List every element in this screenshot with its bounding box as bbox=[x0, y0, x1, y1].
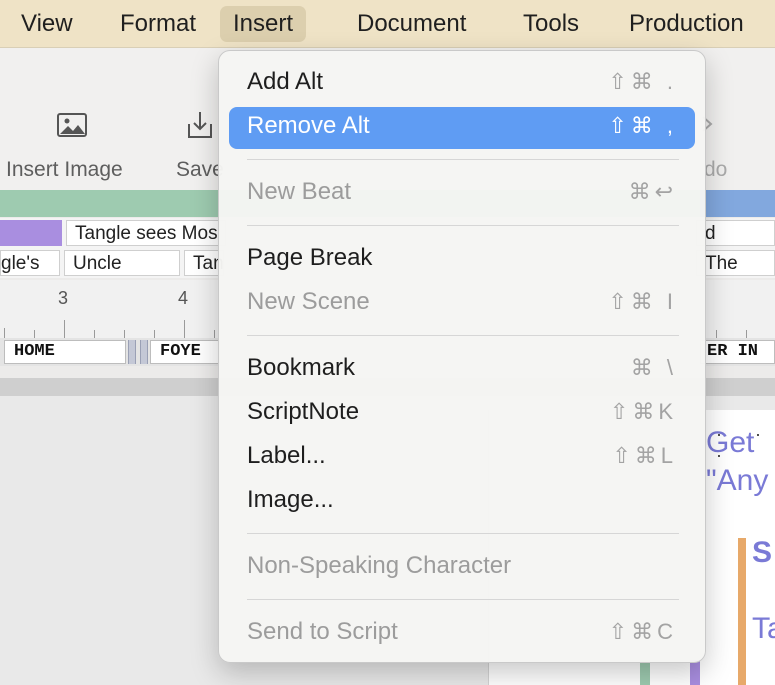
shortcut-label: ⌘↩ bbox=[628, 179, 677, 204]
scene-cell[interactable]: ER IN bbox=[700, 340, 775, 364]
ruler-tick bbox=[124, 330, 125, 338]
menu-production[interactable]: Production bbox=[616, 6, 757, 42]
menu-item-bookmark[interactable]: Bookmark ⌘ \ bbox=[229, 349, 695, 391]
script-line: Get bbox=[706, 426, 755, 459]
menu-item-image[interactable]: Image... bbox=[229, 481, 695, 523]
ruler-tick bbox=[746, 330, 747, 338]
menu-item-label: Bookmark bbox=[247, 354, 356, 381]
script-line: Ta bbox=[752, 612, 775, 645]
menu-item-remove-alt[interactable]: Remove Alt ⇧⌘ , bbox=[229, 107, 695, 149]
menu-item-label: Send to Script bbox=[247, 618, 398, 645]
shortcut-label: ⇧⌘L bbox=[612, 443, 677, 468]
insert-menu: Add Alt ⇧⌘ . Remove Alt ⇧⌘ , New Beat ⌘↩… bbox=[218, 50, 706, 663]
menu-separator bbox=[247, 335, 679, 336]
ruler-tick bbox=[214, 330, 215, 338]
color-marker bbox=[690, 660, 700, 685]
scene-color-bar bbox=[738, 538, 746, 685]
menu-item-label: New Beat bbox=[247, 178, 352, 205]
menu-item-send-to-script[interactable]: Send to Script ⇧⌘C bbox=[229, 613, 695, 655]
ruler-number: 3 bbox=[58, 288, 69, 308]
image-icon bbox=[57, 113, 87, 137]
menu-item-label: Page Break bbox=[247, 244, 373, 271]
color-marker bbox=[640, 660, 650, 685]
script-line: S bbox=[752, 536, 773, 569]
color-track-blue bbox=[700, 190, 775, 217]
menu-tools[interactable]: Tools bbox=[510, 6, 592, 42]
menu-view[interactable]: View bbox=[8, 6, 86, 42]
menu-bar: View Format Insert Document Tools Produc… bbox=[0, 0, 775, 48]
scene-divider bbox=[128, 340, 136, 364]
beat-cell[interactable]: gle's bbox=[0, 250, 60, 276]
scene-cell[interactable]: FOYE bbox=[150, 340, 220, 364]
menu-item-label: Add Alt bbox=[247, 68, 324, 95]
menu-item-new-scene[interactable]: New Scene ⇧⌘ I bbox=[229, 283, 695, 325]
menu-format[interactable]: Format bbox=[107, 6, 209, 42]
scene-cell[interactable]: HOME bbox=[4, 340, 126, 364]
redo-label: do bbox=[704, 158, 728, 181]
menu-separator bbox=[247, 533, 679, 534]
beat-block-purple[interactable] bbox=[0, 220, 62, 246]
insert-image-label: Insert Image bbox=[6, 158, 123, 181]
menu-item-label: Label... bbox=[247, 442, 326, 469]
menu-item-label: Non-Speaking Character bbox=[247, 552, 512, 579]
menu-item-add-alt[interactable]: Add Alt ⇧⌘ . bbox=[229, 63, 695, 105]
save-label: Save bbox=[176, 158, 224, 181]
ruler-tick bbox=[716, 330, 717, 338]
insert-image-button[interactable] bbox=[56, 112, 88, 143]
shortcut-label: ⇧⌘ , bbox=[608, 113, 677, 138]
ruler-tick bbox=[64, 320, 65, 338]
save-icon bbox=[188, 112, 212, 138]
shortcut-label: ⇧⌘K bbox=[609, 399, 677, 424]
save-button[interactable] bbox=[186, 110, 214, 145]
menu-item-new-beat[interactable]: New Beat ⌘↩ bbox=[229, 173, 695, 215]
menu-item-label: New Scene bbox=[247, 288, 370, 315]
ruler-number: 4 bbox=[178, 288, 189, 308]
scene-divider bbox=[140, 340, 148, 364]
menu-item-label: ScriptNote bbox=[247, 398, 360, 425]
menu-item-label-insert[interactable]: Label... ⇧⌘L bbox=[229, 437, 695, 479]
beat-cell[interactable]: d bbox=[696, 220, 775, 246]
ruler-tick bbox=[154, 330, 155, 338]
shortcut-label: ⇧⌘ I bbox=[608, 289, 677, 314]
menu-separator bbox=[247, 225, 679, 226]
menu-item-scriptnote[interactable]: ScriptNote ⇧⌘K bbox=[229, 393, 695, 435]
menu-separator bbox=[247, 159, 679, 160]
shortcut-label: ⇧⌘C bbox=[608, 619, 677, 644]
ruler-tick bbox=[4, 328, 5, 338]
menu-separator bbox=[247, 599, 679, 600]
beat-cell[interactable]: Tangle sees Mos bbox=[66, 220, 226, 246]
menu-item-page-break[interactable]: Page Break bbox=[229, 239, 695, 281]
menu-item-label: Remove Alt bbox=[247, 112, 370, 139]
menu-item-non-speaking-character[interactable]: Non-Speaking Character bbox=[229, 547, 695, 589]
beat-cell[interactable]: The bbox=[696, 250, 775, 276]
script-line: "Any bbox=[706, 464, 769, 497]
ruler-tick bbox=[34, 330, 35, 338]
menu-document[interactable]: Document bbox=[344, 6, 479, 42]
ruler-tick bbox=[94, 330, 95, 338]
shortcut-label: ⇧⌘ . bbox=[608, 69, 677, 94]
beat-cell[interactable]: Uncle bbox=[64, 250, 180, 276]
shortcut-label: ⌘ \ bbox=[630, 355, 677, 380]
menu-item-label: Image... bbox=[247, 486, 334, 513]
menu-insert[interactable]: Insert bbox=[220, 6, 307, 42]
ruler-tick bbox=[184, 320, 185, 338]
